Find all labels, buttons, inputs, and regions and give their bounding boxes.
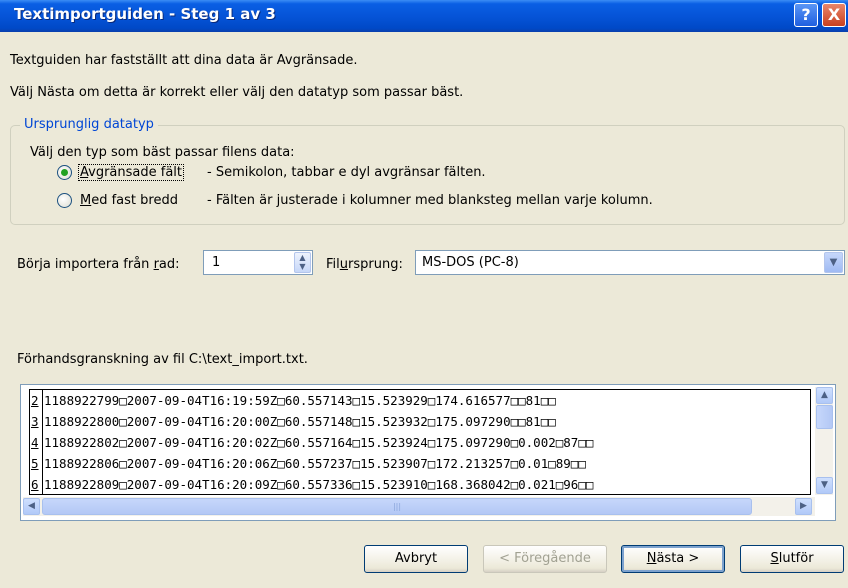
finish-button-rest: lutför bbox=[778, 551, 814, 566]
label-fixed-key: M bbox=[80, 193, 92, 208]
next-button[interactable]: Nästa > bbox=[621, 545, 725, 573]
preview-row-text: 1188922800□2007-09-04T16:20:00Z□60.55714… bbox=[44, 414, 556, 429]
file-origin-value: MS-DOS (PC-8) bbox=[422, 255, 519, 270]
cancel-button[interactable]: Avbryt bbox=[364, 545, 468, 573]
file-origin-label: Filursprung: bbox=[326, 257, 403, 272]
window-title: Textimportguiden - Steg 1 av 3 bbox=[14, 5, 276, 23]
preview-row-number: 4 bbox=[30, 432, 43, 453]
next-button-rest: ästa > bbox=[656, 551, 700, 566]
horizontal-scroll-thumb[interactable]: ||| bbox=[42, 498, 752, 515]
group-prompt: Välj den typ som bäst passar filens data… bbox=[30, 145, 295, 160]
preview-row-number: 2 bbox=[30, 390, 43, 411]
desc-delimited: - Semikolon, tabbar e dyl avgränsar fält… bbox=[207, 165, 486, 180]
preview-label: Förhandsgranskning av fil C:\text_import… bbox=[17, 352, 308, 367]
label-delimited[interactable]: Avgränsade fält bbox=[77, 164, 185, 181]
file-origin-label-pre: Fil bbox=[326, 257, 340, 272]
preview-row-number: 6 bbox=[30, 474, 43, 494]
file-origin-dropdown[interactable]: MS-DOS (PC-8) ▼ bbox=[415, 250, 845, 275]
title-bar[interactable]: Textimportguiden - Steg 1 av 3 ? X bbox=[0, 0, 848, 32]
file-origin-label-key: u bbox=[339, 257, 349, 272]
vertical-scrollbar[interactable]: ▲ ▼ bbox=[815, 387, 833, 495]
start-row-spinner[interactable]: 1 ▲ ▼ bbox=[203, 250, 313, 275]
preview-row: 4 1188922802□2007-09-04T16:20:02Z□60.5571… bbox=[30, 432, 593, 453]
next-button-key: N bbox=[646, 551, 657, 566]
file-origin-label-post: rsprung: bbox=[348, 257, 403, 272]
preview-row-text: 1188922802□2007-09-04T16:20:02Z□60.55716… bbox=[44, 435, 594, 450]
chevron-down-icon[interactable]: ▼ bbox=[824, 252, 843, 273]
start-row-label-post: ad: bbox=[158, 257, 180, 272]
preview-row-text: 1188922799□2007-09-04T16:19:59Z□60.55714… bbox=[44, 393, 556, 408]
label-delimited-key: A bbox=[80, 165, 89, 180]
start-row-label: Börja importera från rad: bbox=[17, 257, 180, 272]
back-button[interactable]: < Föregående bbox=[483, 545, 607, 573]
preview-row: 3 1188922800□2007-09-04T16:20:00Z□60.5571… bbox=[30, 411, 556, 432]
finish-button[interactable]: Slutför bbox=[740, 545, 844, 573]
preview-grid: 2 1188922799□2007-09-04T16:19:59Z□60.5571… bbox=[29, 389, 811, 495]
scroll-left-icon[interactable]: ◀ bbox=[23, 498, 40, 515]
radio-delimited[interactable] bbox=[57, 165, 72, 180]
scroll-up-icon[interactable]: ▲ bbox=[816, 387, 833, 404]
desc-fixed-width: - Fälten är justerade i kolumner med bla… bbox=[207, 193, 653, 208]
vertical-scroll-thumb[interactable] bbox=[816, 405, 833, 429]
text-import-wizard-window: Textimportguiden - Steg 1 av 3 ? X Textg… bbox=[0, 0, 848, 588]
intro-line-1: Textguiden har fastställt att dina data … bbox=[10, 53, 358, 68]
scroll-down-icon[interactable]: ▼ bbox=[816, 477, 833, 494]
horizontal-scrollbar[interactable]: ◀ ||| ▶ bbox=[23, 497, 815, 516]
preview-row-number: 3 bbox=[30, 411, 43, 432]
finish-button-key: S bbox=[770, 551, 779, 566]
label-fixed-rest: ed fast bredd bbox=[91, 193, 178, 208]
preview-row: 5 1188922806□2007-09-04T16:20:06Z□60.5572… bbox=[30, 453, 586, 474]
radio-fixed-width[interactable] bbox=[57, 193, 72, 208]
file-preview[interactable]: 2 1188922799□2007-09-04T16:19:59Z□60.5571… bbox=[20, 384, 836, 521]
preview-row-text: 1188922809□2007-09-04T16:20:09Z□60.55733… bbox=[44, 477, 594, 492]
preview-row: 2 1188922799□2007-09-04T16:19:59Z□60.5571… bbox=[30, 390, 556, 411]
preview-row: 6 1188922809□2007-09-04T16:20:09Z□60.5573… bbox=[30, 474, 594, 494]
intro-line-2: Välj Nästa om detta är korrekt eller väl… bbox=[10, 85, 464, 100]
label-delimited-rest: vgränsade fält bbox=[88, 165, 183, 180]
scroll-right-icon[interactable]: ▶ bbox=[795, 498, 812, 515]
label-fixed-width[interactable]: Med fast bredd bbox=[80, 193, 178, 208]
group-legend: Ursprunglig datatyp bbox=[20, 117, 158, 132]
preview-row-number: 5 bbox=[30, 453, 43, 474]
close-button[interactable]: X bbox=[822, 3, 846, 27]
start-row-value: 1 bbox=[212, 255, 221, 270]
start-row-label-pre: Börja importera från bbox=[17, 257, 154, 272]
spinner-arrows-icon[interactable]: ▲ ▼ bbox=[294, 252, 311, 273]
preview-row-text: 1188922806□2007-09-04T16:20:06Z□60.55723… bbox=[44, 456, 586, 471]
help-button[interactable]: ? bbox=[794, 3, 818, 27]
